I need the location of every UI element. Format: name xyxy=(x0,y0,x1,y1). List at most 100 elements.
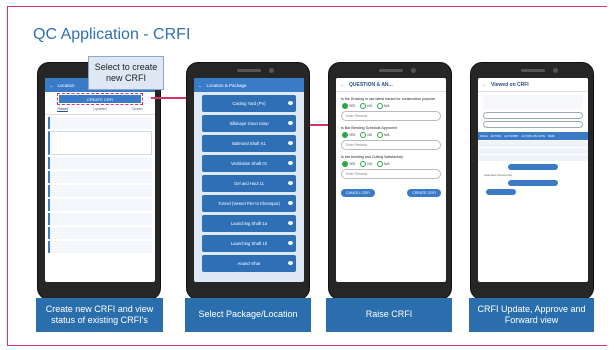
crfi-list-item-expanded[interactable] xyxy=(48,131,152,155)
col-remarks: REM xyxy=(548,134,555,138)
create-crfi-button[interactable]: CREATE CRFI xyxy=(57,93,143,105)
crfi-list-item[interactable] xyxy=(48,227,152,239)
package-name: Silkinajur Goun ramp xyxy=(229,121,269,126)
crfi-list-item[interactable] xyxy=(48,199,152,211)
radio-yes[interactable]: YES xyxy=(342,132,355,138)
table-row xyxy=(478,148,588,154)
app-bar: ← QUESTION & AN... xyxy=(336,78,446,92)
update-button[interactable] xyxy=(508,164,558,170)
col-role: ROLE xyxy=(480,134,488,138)
crfi-list-item[interactable] xyxy=(48,241,152,253)
status-tabs: Raised Updated Closed xyxy=(45,105,155,115)
package-tile[interactable]: Anand Vihar xyxy=(202,255,296,272)
back-arrow-icon[interactable]: ← xyxy=(49,83,54,88)
attached-documents-label: Attached Documents xyxy=(484,173,512,177)
col-action: ACTION xyxy=(490,134,502,138)
package-name: Gel and Haul 11 xyxy=(234,181,264,186)
radio-yes[interactable]: YES xyxy=(342,103,355,109)
caption-raise-crfi: Raise CRFI xyxy=(326,298,452,332)
back-arrow-icon[interactable]: ← xyxy=(482,82,487,88)
tab-raised[interactable]: Raised xyxy=(57,107,69,112)
col-action-by: ACTIONBY xyxy=(504,134,519,138)
crfi-list-item[interactable] xyxy=(48,185,152,197)
slide-title: QC Application - CRFI xyxy=(33,26,191,43)
phone-crfi-update: ← Viewed on CRFI ROLE ACTION ACTIONBY AC… xyxy=(470,62,594,300)
radio-no[interactable]: NO xyxy=(360,132,372,138)
package-tile[interactable]: Tunnel (Vessel Pier to Khetrapur) xyxy=(202,195,296,212)
phone-screen: ← Location & Package Casting Yard (PV) S… xyxy=(194,78,304,282)
table-row xyxy=(478,141,588,147)
crfi-list-item[interactable] xyxy=(48,117,152,129)
question-text: Is bar bending and Cutting Satisfactory xyxy=(341,155,403,159)
eye-icon[interactable] xyxy=(288,261,293,265)
eye-icon[interactable] xyxy=(288,241,293,245)
upload-button[interactable] xyxy=(508,180,558,186)
eye-icon[interactable] xyxy=(288,201,293,205)
radio-no[interactable]: NO xyxy=(360,103,372,109)
radio-na[interactable]: N/A xyxy=(377,132,390,138)
action-row: CANCEL CRFI CREATE CRFI xyxy=(341,189,441,197)
phone-camera xyxy=(553,68,558,73)
caption-select-package: Select Package/Location xyxy=(185,298,311,332)
phone-speaker xyxy=(379,69,403,72)
answer-radio-group: YES NO N/A xyxy=(342,132,440,138)
tab-closed[interactable]: Closed xyxy=(132,107,143,112)
phone-screen: ← Viewed on CRFI ROLE ACTION ACTIONBY AC… xyxy=(478,78,588,282)
radio-yes[interactable]: YES xyxy=(342,161,355,167)
view-button[interactable] xyxy=(486,189,516,195)
package-name: Launching Shaft 1a xyxy=(230,221,268,226)
package-name: Balmoral Shaft K1 xyxy=(232,141,266,146)
back-arrow-icon[interactable]: ← xyxy=(198,83,203,88)
app-bar-title: QUESTION & AN... xyxy=(349,81,393,88)
remarks-input[interactable]: Enter Remarks xyxy=(341,169,441,179)
app-bar: ← Viewed on CRFI xyxy=(478,78,588,92)
eye-icon[interactable] xyxy=(288,141,293,145)
package-tile[interactable]: Casting Yard (PV) xyxy=(202,95,296,112)
eye-icon[interactable] xyxy=(288,221,293,225)
crfi-list-item[interactable] xyxy=(48,171,152,183)
radio-no[interactable]: NO xyxy=(360,161,372,167)
package-tile[interactable]: Silkinajur Goun ramp xyxy=(202,115,296,132)
crfi-list-item[interactable] xyxy=(48,213,152,225)
eye-icon[interactable] xyxy=(288,161,293,165)
package-tile[interactable]: Balmoral Shaft K1 xyxy=(202,135,296,152)
package-name: Casting Yard (PV) xyxy=(232,101,266,106)
package-name: Launching Shaft 1b xyxy=(230,241,268,246)
app-bar: ← Location & Package xyxy=(194,78,304,92)
package-tile[interactable]: Launching Shaft 1a xyxy=(202,215,296,232)
tab-updated[interactable]: Updated xyxy=(93,107,106,112)
phone-camera xyxy=(411,68,416,73)
cancel-crfi-button[interactable]: CANCEL CRFI xyxy=(341,189,375,197)
crfi-summary xyxy=(483,95,583,109)
answer-radio-group: YES NO N/A xyxy=(342,161,440,167)
eye-icon[interactable] xyxy=(288,121,293,125)
back-arrow-icon[interactable]: ← xyxy=(340,82,345,88)
remarks-input[interactable]: Enter Remarks xyxy=(341,111,441,121)
package-tile[interactable]: Ventilation Shaft 01 xyxy=(202,155,296,172)
crfi-list-item[interactable] xyxy=(48,157,152,169)
col-action-date: ACTION ON DATE xyxy=(521,134,546,138)
phone-camera xyxy=(269,68,274,73)
app-bar-title: Location & Package xyxy=(206,82,247,88)
remarks-input[interactable]: Enter Remarks xyxy=(341,140,441,150)
create-crfi-button[interactable]: CREATE CRFI xyxy=(407,189,441,197)
phone-screen: ← Location CREATE CRFI Raised Updated Cl… xyxy=(45,78,155,282)
eye-icon[interactable] xyxy=(288,181,293,185)
package-name: Ventilation Shaft 01 xyxy=(230,161,268,166)
comments-field[interactable] xyxy=(483,112,583,119)
radio-na[interactable]: N/A xyxy=(377,103,390,109)
phone-screen: ← QUESTION & AN... Is the Drawing in use… xyxy=(336,78,446,282)
package-name: Anand Vihar xyxy=(237,261,261,266)
package-tile[interactable]: Launching Shaft 1b xyxy=(202,235,296,252)
question-text: Is the Drawing in use latest issued for … xyxy=(341,97,436,101)
app-bar-title: Location xyxy=(57,82,75,88)
question-text: Is Bar Bending Schedule Approved xyxy=(341,126,397,130)
date-field[interactable] xyxy=(483,121,583,128)
connector-line xyxy=(151,97,187,99)
callout-select-create: Select to create new CRFI xyxy=(88,56,164,90)
radio-na[interactable]: N/A xyxy=(377,161,390,167)
eye-icon[interactable] xyxy=(288,101,293,105)
package-tile[interactable]: Gel and Haul 11 xyxy=(202,175,296,192)
package-name: Tunnel (Vessel Pier to Khetrapur) xyxy=(218,201,280,206)
phone-speaker xyxy=(521,69,545,72)
